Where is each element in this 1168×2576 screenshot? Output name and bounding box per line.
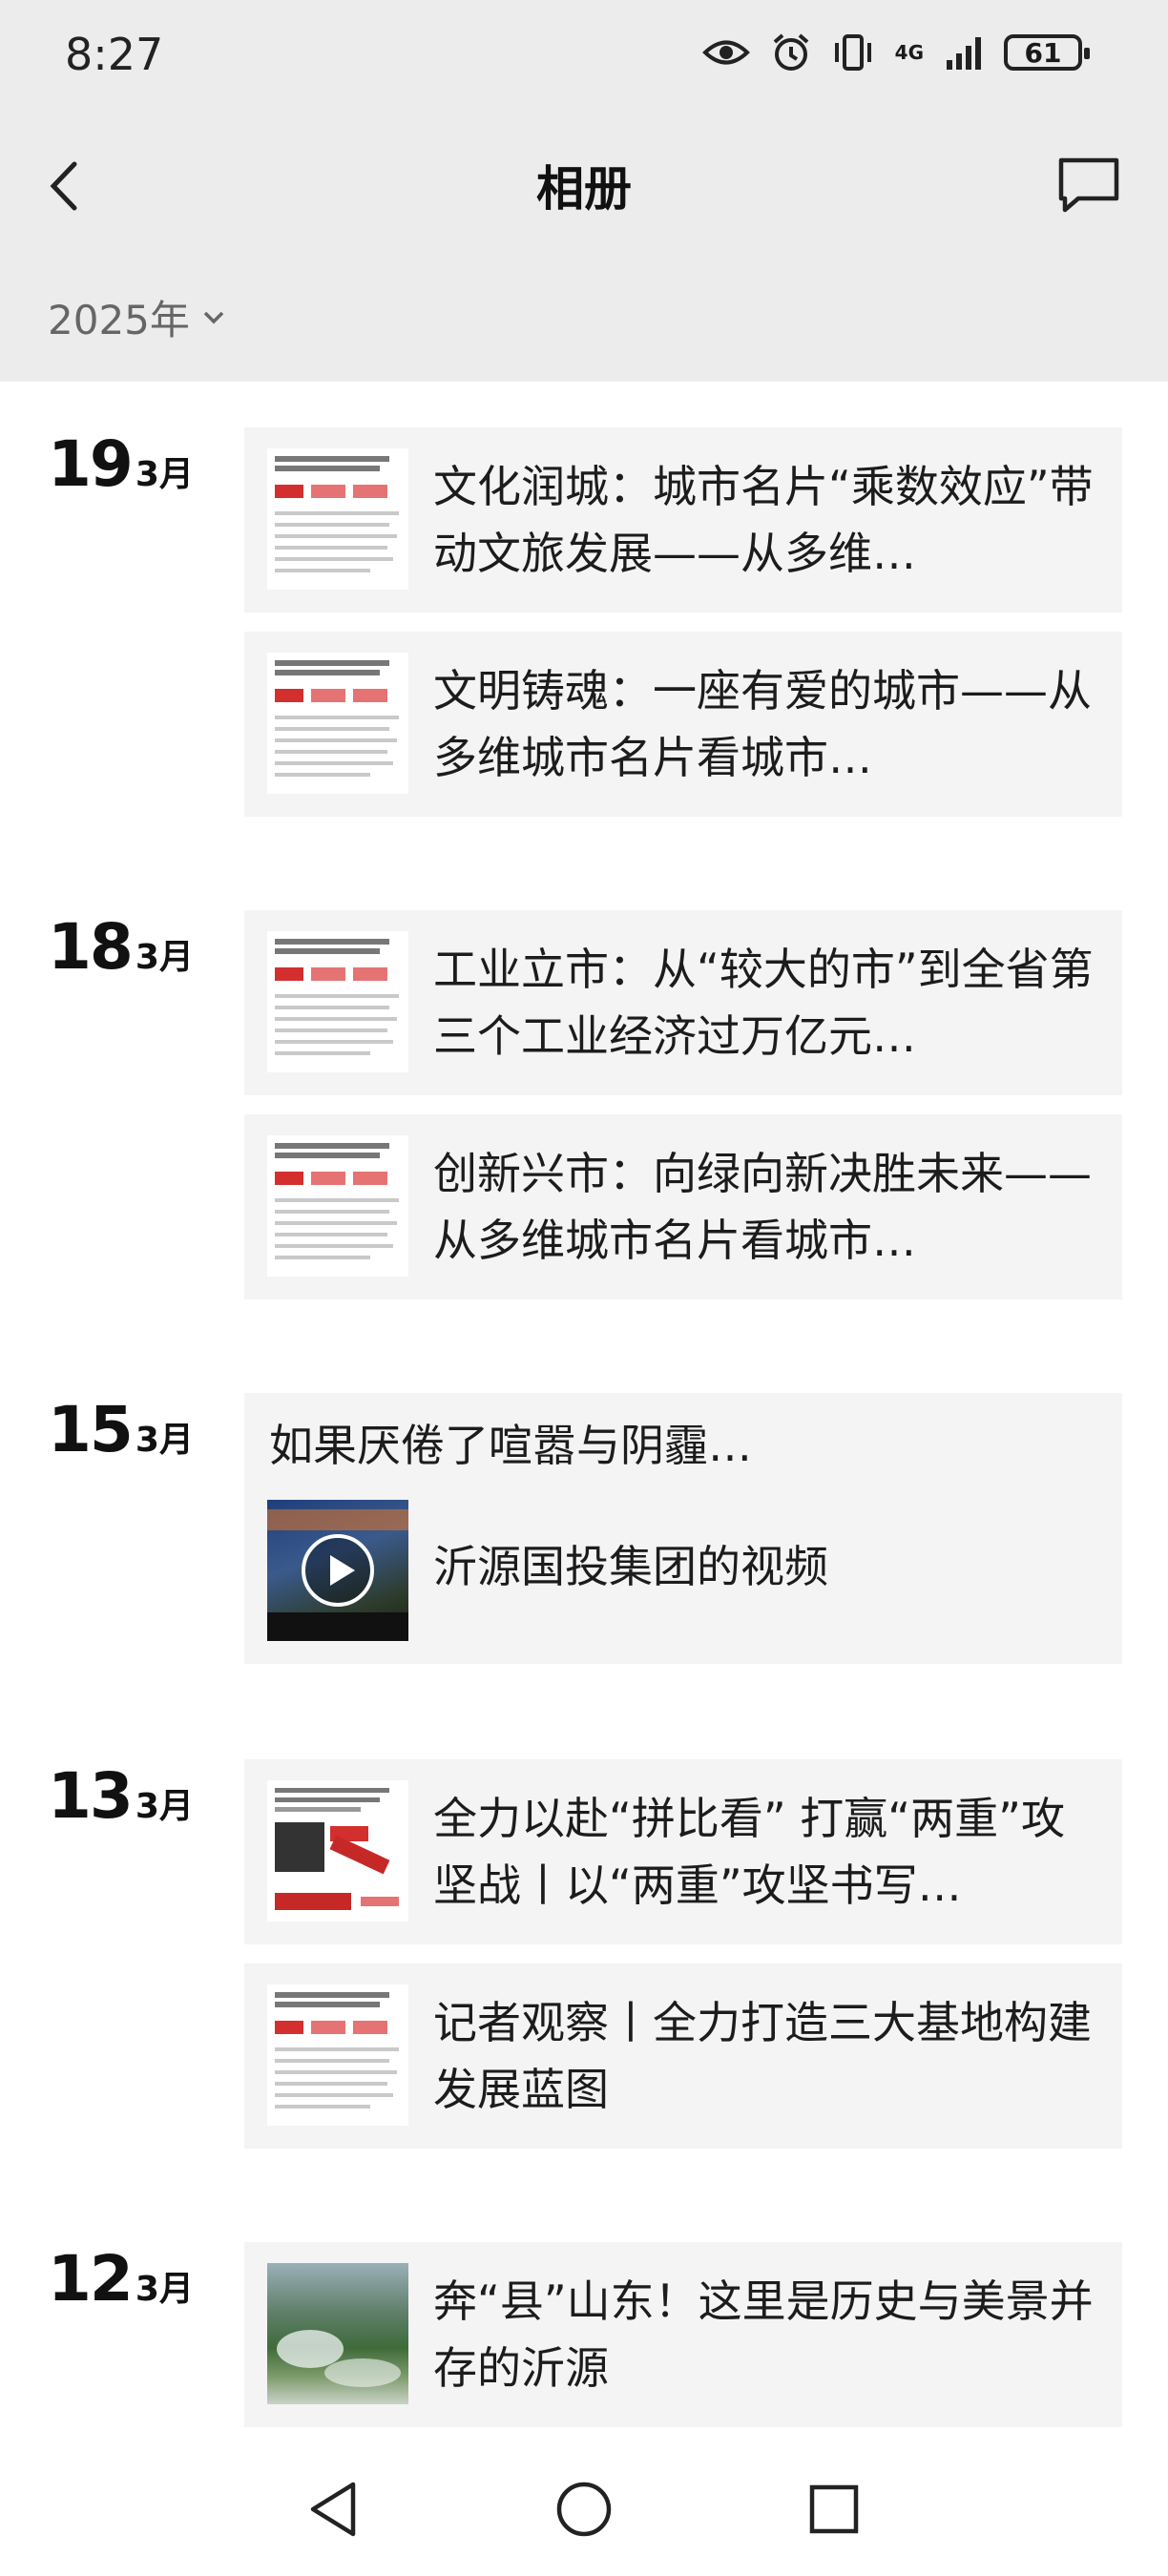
play-icon[interactable] [300,1532,376,1609]
item-title: 全力以赴“拼比看” 打赢“两重”攻坚战丨以“两重”攻坚书写… [433,1793,1065,1911]
date-month: 3月 [135,1421,194,1460]
date-month: 3月 [135,1787,194,1826]
article-thumbnail [267,1984,408,2126]
date-day: 15 [48,1393,134,1466]
eye-icon [701,40,750,65]
item-title: 工业立市：从“较大的市”到全省第三个工业经济过万亿元… [433,944,1094,1062]
signal-icon [947,37,981,70]
album-video-post[interactable]: 如果厌倦了喧嚣与阴霾… 沂源国投集团的视频 [244,1393,1122,1664]
landscape-thumbnail [267,2263,408,2404]
item-title: 创新兴市：向绿向新决胜未来——从多维城市名片看城市… [433,1148,1092,1266]
album-item[interactable]: 记者观察丨全力打造三大基地构建发展蓝图 [244,1963,1122,2149]
album-item[interactable]: 工业立市：从“较大的市”到全省第三个工业经济过万亿元… [244,910,1122,1095]
nav-home-icon[interactable] [553,2479,615,2540]
album-item[interactable]: 全力以赴“拼比看” 打赢“两重”攻坚战丨以“两重”攻坚书写… [244,1759,1122,1944]
chevron-down-icon [203,311,224,323]
newspaper-thumbnail [267,1780,408,1922]
date-label: 18 3月 [48,910,194,984]
album-item[interactable]: 文化润城：城市名片“乘数效应”带动文旅发展——从多维… [244,427,1122,613]
year-selector[interactable]: 2025年 [48,288,226,346]
date-day: 12 [48,2242,134,2316]
article-thumbnail [267,1135,408,1277]
album-header: 相册 2025年 [0,114,1168,382]
status-bar: 8:27 4G 61 [0,0,1168,114]
article-thumbnail [267,931,408,1072]
page-title: 相册 [536,161,632,217]
battery-indicator: 61 [1004,34,1090,71]
date-day: 19 [48,427,134,501]
item-title: 文明铸魂：一座有爱的城市——从多维城市名片看城市… [433,665,1092,783]
date-label: 13 3月 [48,1759,194,1833]
network-type: 4G [894,41,924,64]
message-icon[interactable] [1055,155,1122,216]
article-thumbnail [267,653,408,794]
vibrate-icon [834,34,871,71]
year-label: 2025年 [48,297,190,343]
date-label: 12 3月 [48,2242,194,2316]
system-nav-bar [0,2442,1168,2576]
article-thumbnail [267,448,408,590]
item-title: 文化润城：城市名片“乘数效应”带动文旅发展——从多维… [433,461,1094,579]
album-item[interactable]: 奔“县”山东！这里是历史与美景并存的沂源 [244,2242,1122,2427]
alarm-icon [773,33,808,71]
date-label: 15 3月 [48,1393,194,1466]
status-time: 8:27 [65,29,164,80]
nav-recents-icon[interactable] [805,2481,863,2538]
item-title: 奔“县”山东！这里是历史与美景并存的沂源 [433,2275,1094,2394]
date-day: 13 [48,1759,134,1833]
status-icons: 4G 61 [701,32,1090,73]
item-title: 记者观察丨全力打造三大基地构建发展蓝图 [433,1997,1092,2115]
date-month: 3月 [135,2270,194,2309]
video-thumbnail[interactable] [267,1500,408,1641]
item-title: 沂源国投集团的视频 [433,1541,828,1592]
date-label: 19 3月 [48,427,194,501]
date-month: 3月 [135,455,194,494]
date-month: 3月 [135,938,194,977]
nav-back-icon[interactable] [305,2479,363,2540]
date-day: 18 [48,910,134,984]
post-text: 如果厌倦了喧嚣与阴霾… [269,1420,752,1471]
album-item[interactable]: 文明铸魂：一座有爱的城市——从多维城市名片看城市… [244,632,1122,817]
album-item[interactable]: 创新兴市：向绿向新决胜未来——从多维城市名片看城市… [244,1114,1122,1299]
